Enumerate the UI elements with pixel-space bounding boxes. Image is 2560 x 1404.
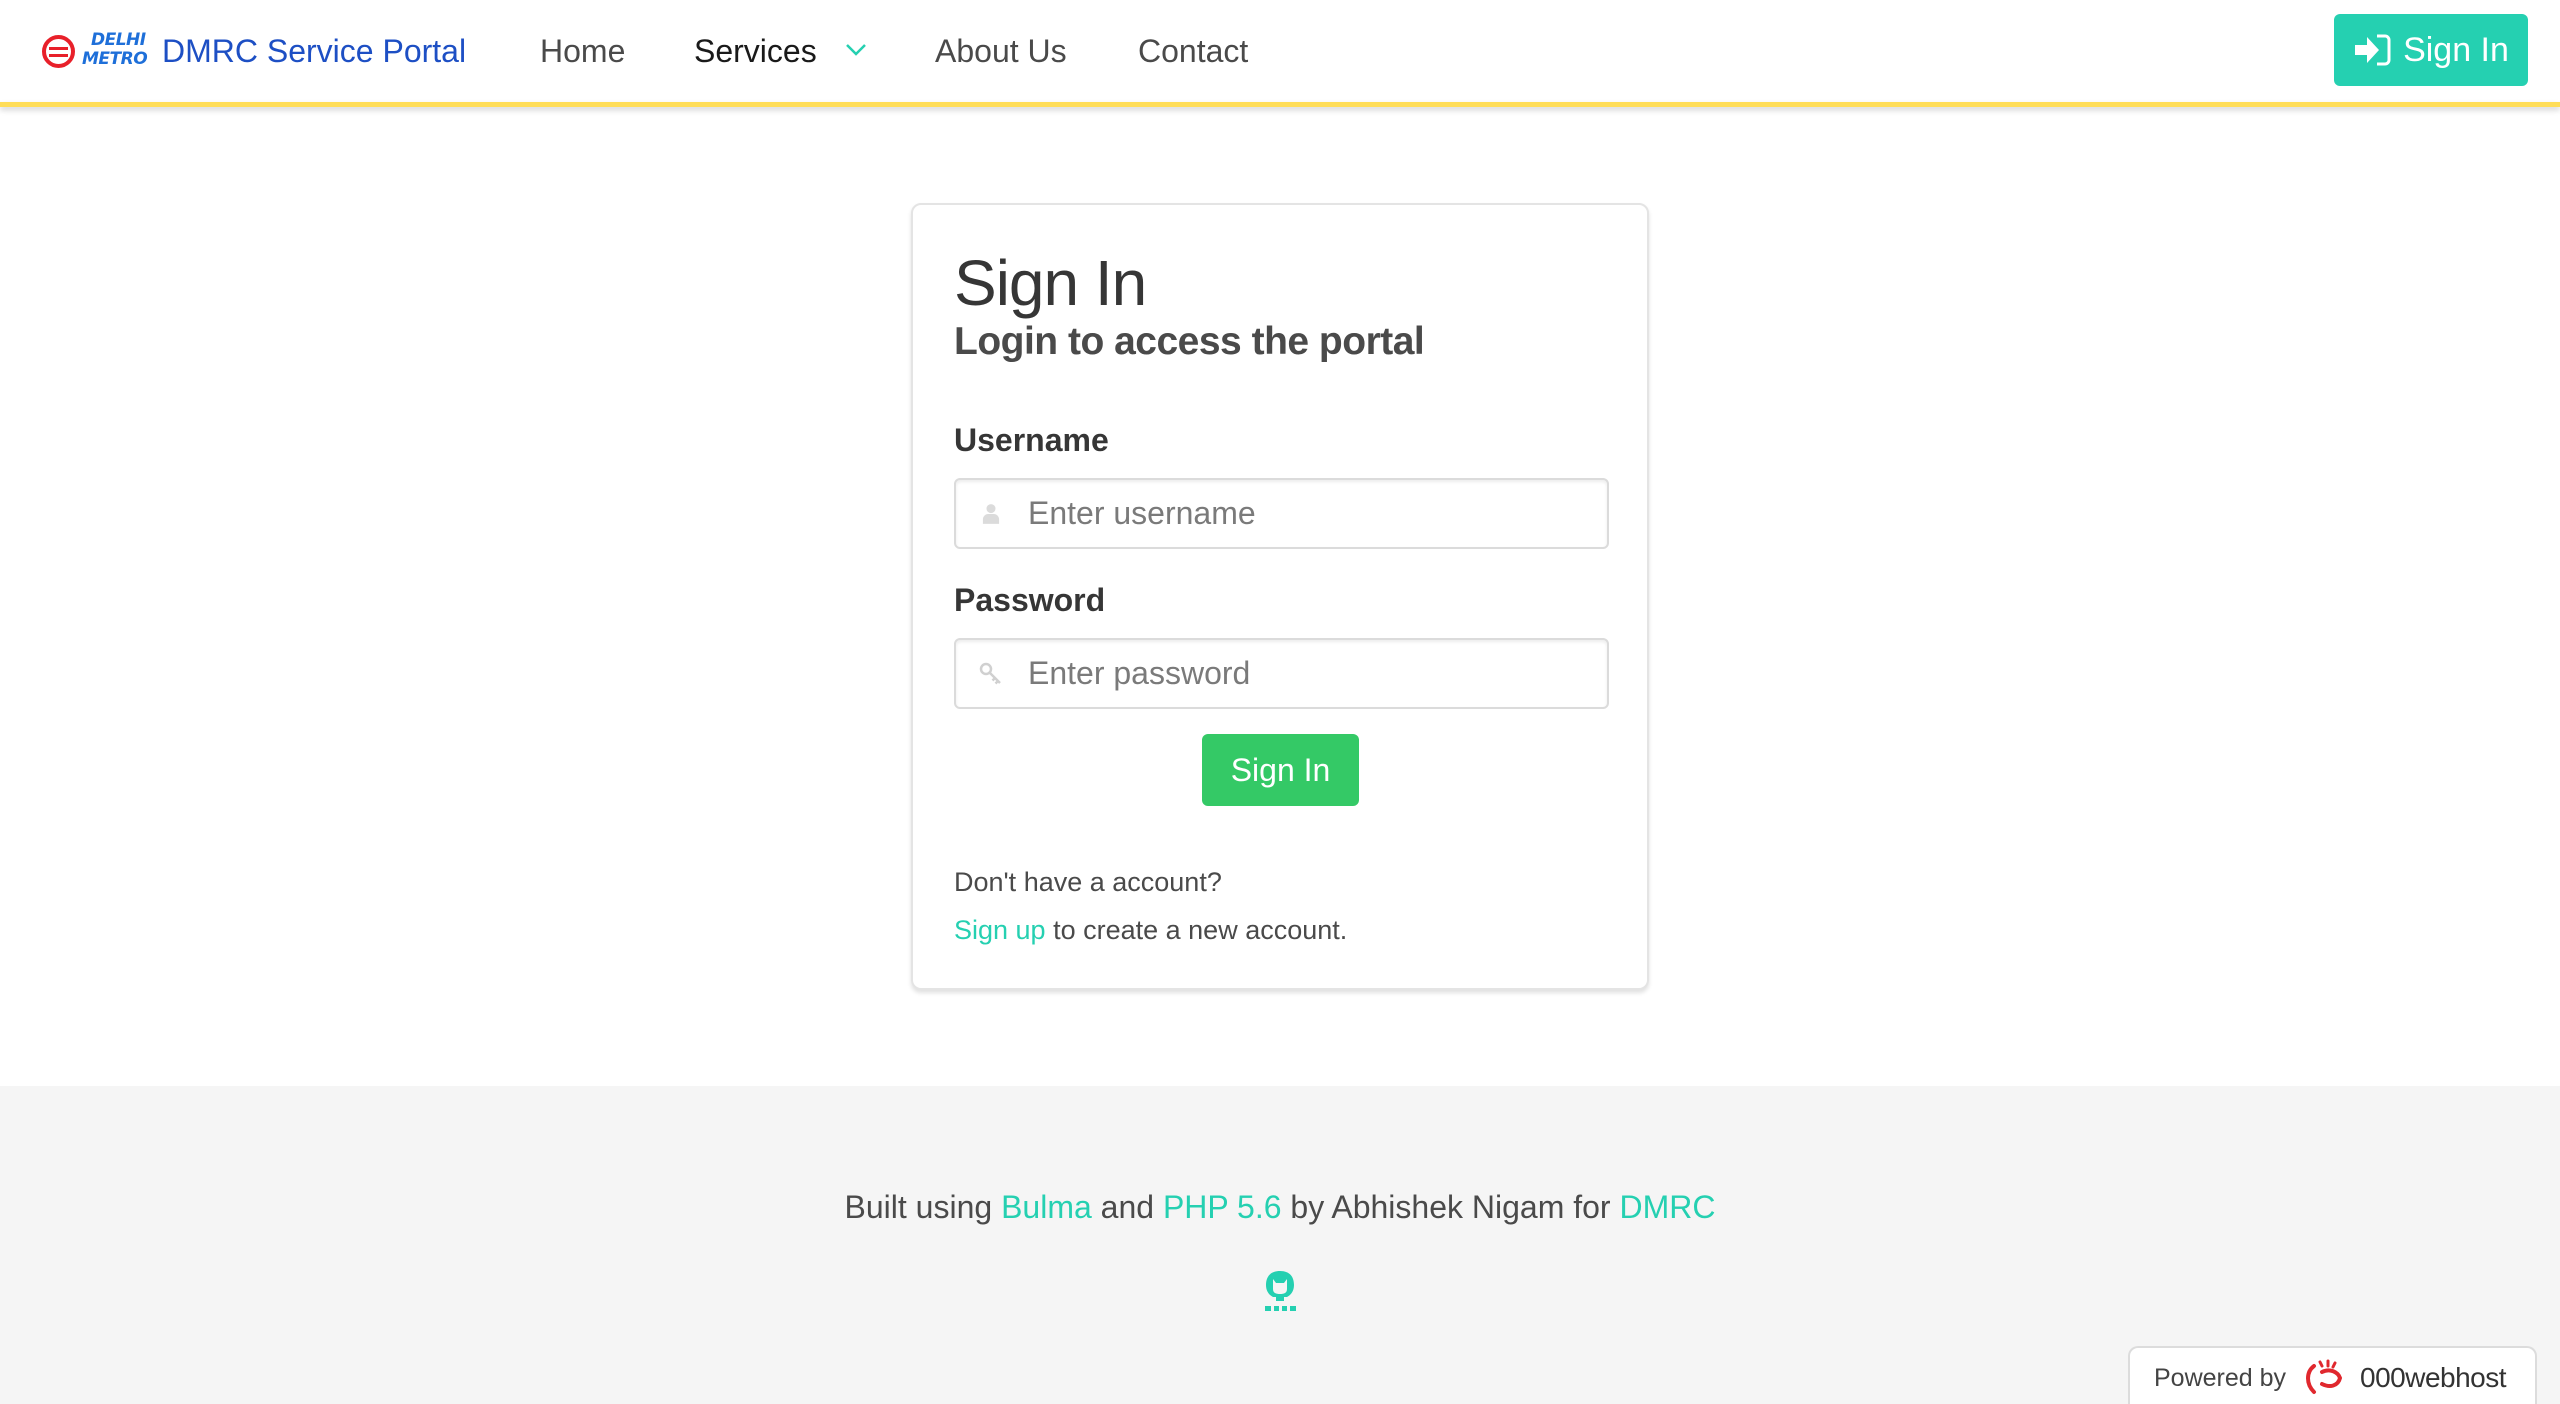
metro-logo-icon xyxy=(42,35,75,68)
footer-text-and: and xyxy=(1091,1189,1163,1225)
delhi-metro-logo: DELHI METRO xyxy=(42,31,154,71)
navbar-sign-in-button[interactable]: Sign In xyxy=(2334,14,2528,86)
powered-by-badge[interactable]: Powered by 000webhost xyxy=(2128,1346,2537,1404)
badge-brand: 000webhost xyxy=(2360,1362,2507,1393)
nav-home[interactable]: Home xyxy=(540,28,625,74)
badge-text: Powered by xyxy=(2154,1363,2287,1392)
sign-in-submit-button[interactable]: Sign In xyxy=(1202,734,1359,806)
php-link[interactable]: PHP 5.6 xyxy=(1163,1189,1282,1225)
sign-in-card: Sign In Login to access the portal Usern… xyxy=(911,203,1649,990)
brand-name: DMRC Service Portal xyxy=(162,32,467,69)
chevron-down-icon[interactable] xyxy=(845,38,867,60)
webhost-logo-icon xyxy=(2306,1359,2343,1394)
nav-contact[interactable]: Contact xyxy=(1138,28,1248,74)
brand-link[interactable]: DELHI METRO DMRC Service Portal xyxy=(42,28,466,74)
sign-up-link[interactable]: Sign up xyxy=(954,915,1046,945)
logo-line-1: DELHI xyxy=(91,30,146,50)
logo-line-2: METRO xyxy=(82,49,148,69)
username-input[interactable] xyxy=(1028,495,1588,532)
username-field xyxy=(954,478,1609,549)
nav-services[interactable]: Services xyxy=(694,28,817,74)
bulma-link[interactable]: Bulma xyxy=(1001,1189,1092,1225)
no-account-text: Don't have a account? xyxy=(954,867,1222,897)
signup-prompt: Sign up to create a new account. xyxy=(954,912,1347,948)
dmrc-link[interactable]: DMRC xyxy=(1619,1189,1715,1225)
navbar: DELHI METRO DMRC Service Portal Home Ser… xyxy=(0,0,2560,102)
card-subtitle: Login to access the portal xyxy=(954,320,1425,363)
password-field xyxy=(954,638,1609,709)
username-label: Username xyxy=(954,422,1109,458)
user-icon xyxy=(978,501,1004,527)
navbar-accent-strip xyxy=(0,102,2560,107)
password-input[interactable] xyxy=(1028,655,1588,692)
signup-suffix-text: to create a new account. xyxy=(1045,915,1348,945)
sign-in-icon xyxy=(2355,34,2391,66)
navbar-sign-in-label: Sign In xyxy=(2403,30,2509,69)
footer-credits: Built using Bulma and PHP 5.6 by Abhishe… xyxy=(0,1186,2560,1228)
password-label: Password xyxy=(954,582,1106,618)
key-icon xyxy=(978,661,1004,687)
card-title: Sign In xyxy=(954,247,1147,319)
footer-text-author: by Abhishek Nigam for xyxy=(1281,1189,1620,1225)
nav-about-us[interactable]: About Us xyxy=(935,28,1067,74)
github-icon[interactable] xyxy=(1262,1269,1298,1313)
footer-text-prefix: Built using xyxy=(844,1189,1002,1225)
